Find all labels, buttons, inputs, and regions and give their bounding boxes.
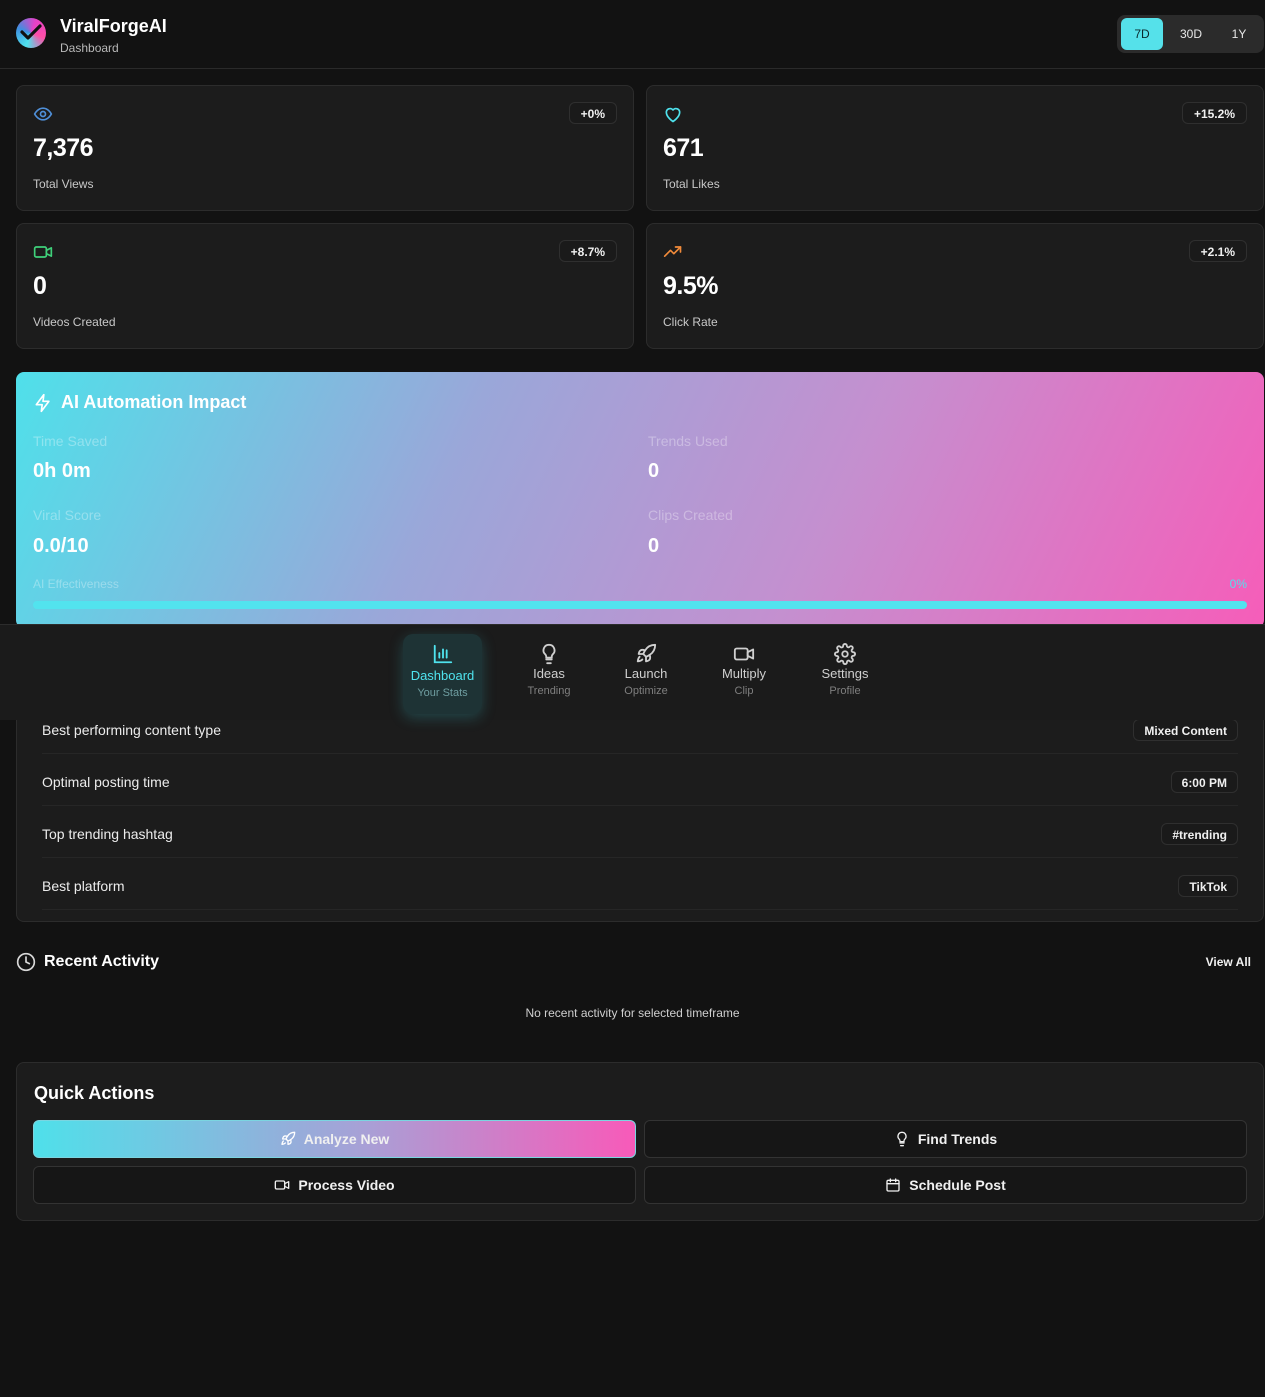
metric-label-clips-created: Clips Created (648, 507, 733, 523)
nav-label: Multiply (721, 666, 767, 681)
quick-actions-card: Quick Actions Analyze New Find Trends Pr… (16, 1062, 1264, 1221)
heart-icon (665, 107, 681, 123)
schedule-post-button[interactable]: Schedule Post (644, 1166, 1247, 1204)
timeframe-selector: 7D 30D 1Y (1117, 15, 1264, 53)
nav-sublabel: Clip (734, 685, 754, 697)
nav-item-settings[interactable]: Settings Profile (810, 634, 880, 714)
metric-label-time-saved: Time Saved (33, 433, 108, 449)
clock-icon (16, 952, 36, 972)
stat-card-views: +0% 7,376 Total Views (16, 85, 634, 211)
lightbulb-icon (897, 1131, 907, 1147)
stat-value: 7,376 (33, 134, 94, 162)
nav-item-dashboard[interactable]: Dashboard Your Stats (403, 634, 482, 714)
metric-value-viral-score: 0.0/10 (33, 535, 89, 557)
stat-value: 9.5% (663, 272, 718, 300)
bar-chart-icon (433, 644, 452, 664)
insights-card: Best performing content type Mixed Conte… (16, 700, 1264, 922)
stat-label: Total Views (33, 177, 94, 191)
stat-value: 671 (663, 134, 704, 162)
insight-value-badge: #trending (1161, 823, 1238, 845)
insight-label: Optimal posting time (42, 774, 170, 790)
stat-card-videos: +8.7% 0 Videos Created (16, 223, 634, 349)
insight-row: Top trending hashtag #trending (42, 806, 1238, 858)
change-badge: +15.2% (1181, 102, 1247, 124)
app-name: ViralForgeAI (60, 16, 167, 36)
change-badge: +0% (568, 102, 617, 124)
quick-actions-title: Quick Actions (34, 1083, 155, 1103)
find-trends-button[interactable]: Find Trends (644, 1120, 1247, 1158)
nav-item-ideas[interactable]: Ideas Trending (515, 634, 583, 714)
insight-value-badge: Mixed Content (1133, 719, 1238, 741)
insight-row: Optimal posting time 6:00 PM (42, 754, 1238, 806)
stat-value: 0 (33, 272, 47, 300)
button-label: Analyze New (303, 1131, 390, 1147)
gear-icon (834, 643, 856, 665)
range-30d-button[interactable]: 30D (1169, 18, 1213, 50)
stat-label: Videos Created (33, 315, 116, 329)
recent-activity-title: Recent Activity (44, 953, 159, 970)
range-1y-button[interactable]: 1Y (1219, 18, 1259, 50)
trending-up-icon (663, 246, 682, 257)
nav-sublabel: Profile (829, 685, 861, 697)
rocket-icon (281, 1131, 296, 1145)
range-7d-button[interactable]: 7D (1121, 18, 1163, 50)
stat-label: Click Rate (663, 315, 718, 329)
insight-label: Top trending hashtag (42, 826, 173, 842)
metric-value-clips-created: 0 (648, 535, 660, 557)
video-icon (733, 647, 755, 661)
nav-item-multiply[interactable]: Multiply Clip (710, 634, 778, 714)
insight-value-badge: 6:00 PM (1170, 771, 1238, 793)
nav-sublabel: Optimize (624, 685, 668, 697)
app-header: ViralForgeAI Dashboard 7D 30D 1Y (0, 0, 1265, 69)
metric-label-viral-score: Viral Score (33, 507, 102, 523)
stat-card-click-rate: +2.1% 9.5% Click Rate (646, 223, 1264, 349)
nav-label: Ideas (533, 666, 565, 681)
video-icon (33, 246, 53, 258)
nav-label: Dashboard (410, 668, 475, 683)
insight-label: Best platform (42, 878, 125, 894)
insight-row: Best platform TikTok (42, 858, 1238, 910)
stat-label: Total Likes (663, 177, 720, 191)
ai-impact-card: AI Automation Impact Time Saved 0h 0m Tr… (16, 372, 1264, 628)
video-icon (275, 1180, 290, 1190)
change-badge: +8.7% (558, 240, 617, 262)
metric-value-time-saved: 0h 0m (33, 460, 91, 482)
app-logo (16, 18, 46, 48)
bottom-navigation: Dashboard Your Stats Ideas Trending Laun… (0, 624, 1265, 720)
nav-sublabel: Your Stats (417, 687, 468, 699)
page-subtitle: Dashboard (60, 41, 119, 55)
eye-icon (33, 107, 53, 121)
insight-value-badge: TikTok (1178, 875, 1238, 897)
analyze-new-button[interactable]: Analyze New (33, 1120, 636, 1158)
metric-value-trends-used: 0 (648, 460, 660, 482)
calendar-icon (886, 1178, 900, 1192)
button-label: Process Video (298, 1177, 395, 1193)
insight-label: Best performing content type (42, 722, 221, 738)
button-label: Schedule Post (909, 1177, 1006, 1193)
effectiveness-label: AI Effectiveness (33, 577, 119, 591)
empty-state-text: No recent activity for selected timefram… (525, 1006, 740, 1020)
lightbulb-icon (542, 643, 556, 665)
stat-card-likes: +15.2% 671 Total Likes (646, 85, 1264, 211)
nav-label: Launch (624, 666, 668, 681)
lightning-icon (35, 393, 50, 413)
effectiveness-value: 0% (1229, 577, 1247, 591)
metric-label-trends-used: Trends Used (648, 433, 728, 449)
nav-item-launch[interactable]: Launch Optimize (612, 634, 680, 714)
process-video-button[interactable]: Process Video (33, 1166, 636, 1204)
change-badge: +2.1% (1188, 240, 1247, 262)
rocket-icon (636, 643, 657, 663)
effectiveness-progress-bar (33, 601, 1247, 609)
nav-label: Settings (821, 666, 869, 681)
view-all-link[interactable]: View All (1206, 955, 1251, 969)
button-label: Find Trends (917, 1131, 998, 1147)
nav-sublabel: Trending (527, 685, 571, 697)
ai-impact-title: AI Automation Impact (61, 392, 247, 412)
